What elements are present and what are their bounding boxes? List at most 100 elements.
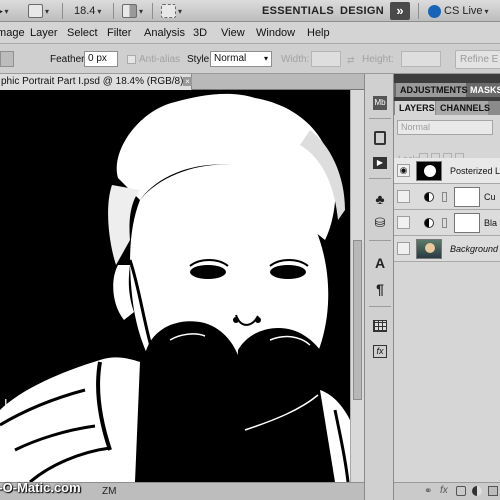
- add-mask-icon[interactable]: [456, 486, 466, 496]
- menu-select[interactable]: Select: [67, 27, 98, 39]
- layer-row-curves[interactable]: Cu: [394, 184, 500, 210]
- eye-icon[interactable]: [397, 190, 410, 203]
- anti-alias-label: Anti-alias: [139, 54, 181, 65]
- height-label: Height:: [362, 54, 394, 65]
- link-icon: [442, 218, 447, 228]
- more-workspaces-button[interactable]: »: [390, 2, 410, 20]
- feather-label: Feather:: [50, 54, 88, 65]
- grid-icon[interactable]: [371, 317, 389, 335]
- tab-layers[interactable]: LAYERS: [395, 101, 435, 115]
- adjustment-icon: [424, 218, 434, 228]
- swap-icon[interactable]: ⇄: [347, 55, 355, 66]
- feather-input[interactable]: 0 px: [84, 51, 118, 67]
- menu-view[interactable]: View: [221, 27, 245, 39]
- right-panel-group: ADJUSTMENTS MASKS LAYERS CHANNELS Normal…: [394, 74, 500, 500]
- eye-icon[interactable]: [397, 216, 410, 229]
- cs-live-icon: [428, 4, 441, 18]
- vertical-scrollbar[interactable]: [350, 90, 364, 482]
- menu-analysis[interactable]: Analysis: [144, 27, 185, 39]
- link-layers-icon[interactable]: ⚭: [424, 486, 432, 497]
- frame-icon: [28, 4, 43, 18]
- style-value: Normal: [214, 53, 247, 64]
- layer-name-curves: Cu: [484, 192, 496, 202]
- cursor-icon: I: [4, 396, 8, 411]
- layer-name-posterized: Posterized La: [450, 166, 500, 176]
- fx-icon[interactable]: fx: [371, 342, 389, 360]
- adjustments-tab-bar: ADJUSTMENTS MASKS: [394, 83, 500, 97]
- mb-icon: ▸: [0, 5, 3, 16]
- screen-mode-icon: [161, 4, 176, 18]
- blend-mode-value: Normal: [401, 122, 431, 132]
- layer-row-black-white[interactable]: Bla: [394, 210, 500, 236]
- menu-layer[interactable]: Layer: [30, 27, 58, 39]
- document-tab-bar: phic Portrait Part I.psd @ 18.4% (RGB/8)…: [0, 74, 364, 90]
- status-zoom: ZM: [102, 486, 117, 497]
- mini-bridge-icon[interactable]: Mb: [371, 94, 389, 112]
- fx-icon[interactable]: fx: [440, 485, 448, 496]
- layer-row-background[interactable]: Background: [394, 236, 500, 262]
- menu-3d[interactable]: 3D: [193, 27, 207, 39]
- watermark-text: t-O-Matic.com: [0, 480, 81, 495]
- menu-image[interactable]: Image: [0, 27, 25, 39]
- selection-mode-icon[interactable]: [0, 51, 14, 67]
- collapsed-panel-dock: Mb ▶ ♣ ⛁ A ¶ fx: [364, 74, 394, 500]
- height-input[interactable]: [401, 51, 441, 67]
- workspace-essentials[interactable]: ESSENTIALS: [262, 3, 334, 19]
- menu-filter[interactable]: Filter: [107, 27, 131, 39]
- menu-help[interactable]: Help: [307, 27, 330, 39]
- anti-alias-checkbox[interactable]: [127, 55, 136, 64]
- layer-mask-thumbnail: [454, 213, 480, 233]
- launch-bridge-button[interactable]: ▸ ▾: [0, 3, 9, 19]
- chevron-down-icon: ▾: [263, 54, 268, 63]
- link-icon: [442, 192, 447, 202]
- application-bar: ▸ ▾ ▾ 18.4 ▾ ▾ ▾ ESSENTIALS DESIGN » CS L…: [0, 0, 500, 22]
- view-extras-button[interactable]: ▾: [28, 3, 49, 19]
- layer-thumbnail: [416, 239, 442, 259]
- screen-mode-button[interactable]: ▾: [161, 3, 182, 19]
- tab-channels[interactable]: CHANNELS: [436, 101, 490, 115]
- eye-icon[interactable]: ◉: [397, 164, 410, 177]
- menu-window[interactable]: Window: [256, 27, 295, 39]
- new-group-icon[interactable]: [488, 486, 498, 496]
- layer-name-background: Background: [450, 244, 499, 254]
- options-bar: Feather: 0 px Anti-alias Style: Normal ▾…: [0, 44, 500, 74]
- cs-live-label: CS Live: [444, 5, 483, 17]
- layer-row-posterized[interactable]: ◉ Posterized La: [394, 158, 500, 184]
- layer-thumbnail: [416, 161, 442, 181]
- layers-tab-bar: LAYERS CHANNELS: [394, 101, 500, 115]
- style-label: Style:: [187, 54, 213, 65]
- close-icon[interactable]: ×: [183, 77, 192, 86]
- menu-bar: Image Layer Select Filter Analysis 3D Vi…: [0, 22, 500, 44]
- workspace-design[interactable]: DESIGN: [340, 3, 384, 19]
- layer-name-black-white: Bla: [484, 218, 498, 228]
- character-icon[interactable]: A: [371, 254, 389, 272]
- arrange-documents-button[interactable]: ▾: [122, 3, 143, 19]
- posterized-portrait-image: [0, 90, 350, 482]
- paragraph-icon[interactable]: ¶: [371, 280, 389, 298]
- actions-icon[interactable]: ▶: [371, 154, 389, 172]
- history-icon[interactable]: [371, 129, 389, 147]
- document-tab[interactable]: phic Portrait Part I.psd @ 18.4% (RGB/8)…: [0, 74, 192, 90]
- adjustment-icon: [424, 192, 434, 202]
- zoom-level: 18.4: [74, 5, 96, 17]
- layer-mask-thumbnail: [454, 187, 480, 207]
- tab-masks[interactable]: MASKS: [466, 83, 500, 97]
- arrange-documents-icon: [122, 4, 137, 18]
- tab-adjustments[interactable]: ADJUSTMENTS: [396, 83, 468, 97]
- style-select[interactable]: Normal ▾: [210, 51, 272, 67]
- panel-header-strip: [394, 74, 500, 83]
- blend-mode-select[interactable]: Normal: [397, 120, 493, 135]
- layers-panel-footer: ⚭ fx: [394, 482, 500, 500]
- clone-source-icon[interactable]: ⛁: [371, 214, 389, 232]
- document-canvas[interactable]: I: [0, 90, 350, 482]
- new-adjustment-layer-icon[interactable]: [472, 486, 482, 496]
- brush-presets-icon[interactable]: ♣: [371, 190, 389, 208]
- cs-live-button[interactable]: CS Live ▾: [428, 3, 489, 19]
- eye-icon[interactable]: [397, 242, 410, 255]
- zoom-level-dropdown[interactable]: 18.4 ▾: [74, 3, 101, 19]
- width-label: Width:: [281, 54, 310, 65]
- refine-edge-button[interactable]: Refine E: [455, 50, 500, 69]
- document-title: phic Portrait Part I.psd @ 18.4% (RGB/8)…: [1, 76, 191, 87]
- scrollbar-thumb[interactable]: [353, 240, 362, 400]
- width-input[interactable]: [311, 51, 341, 67]
